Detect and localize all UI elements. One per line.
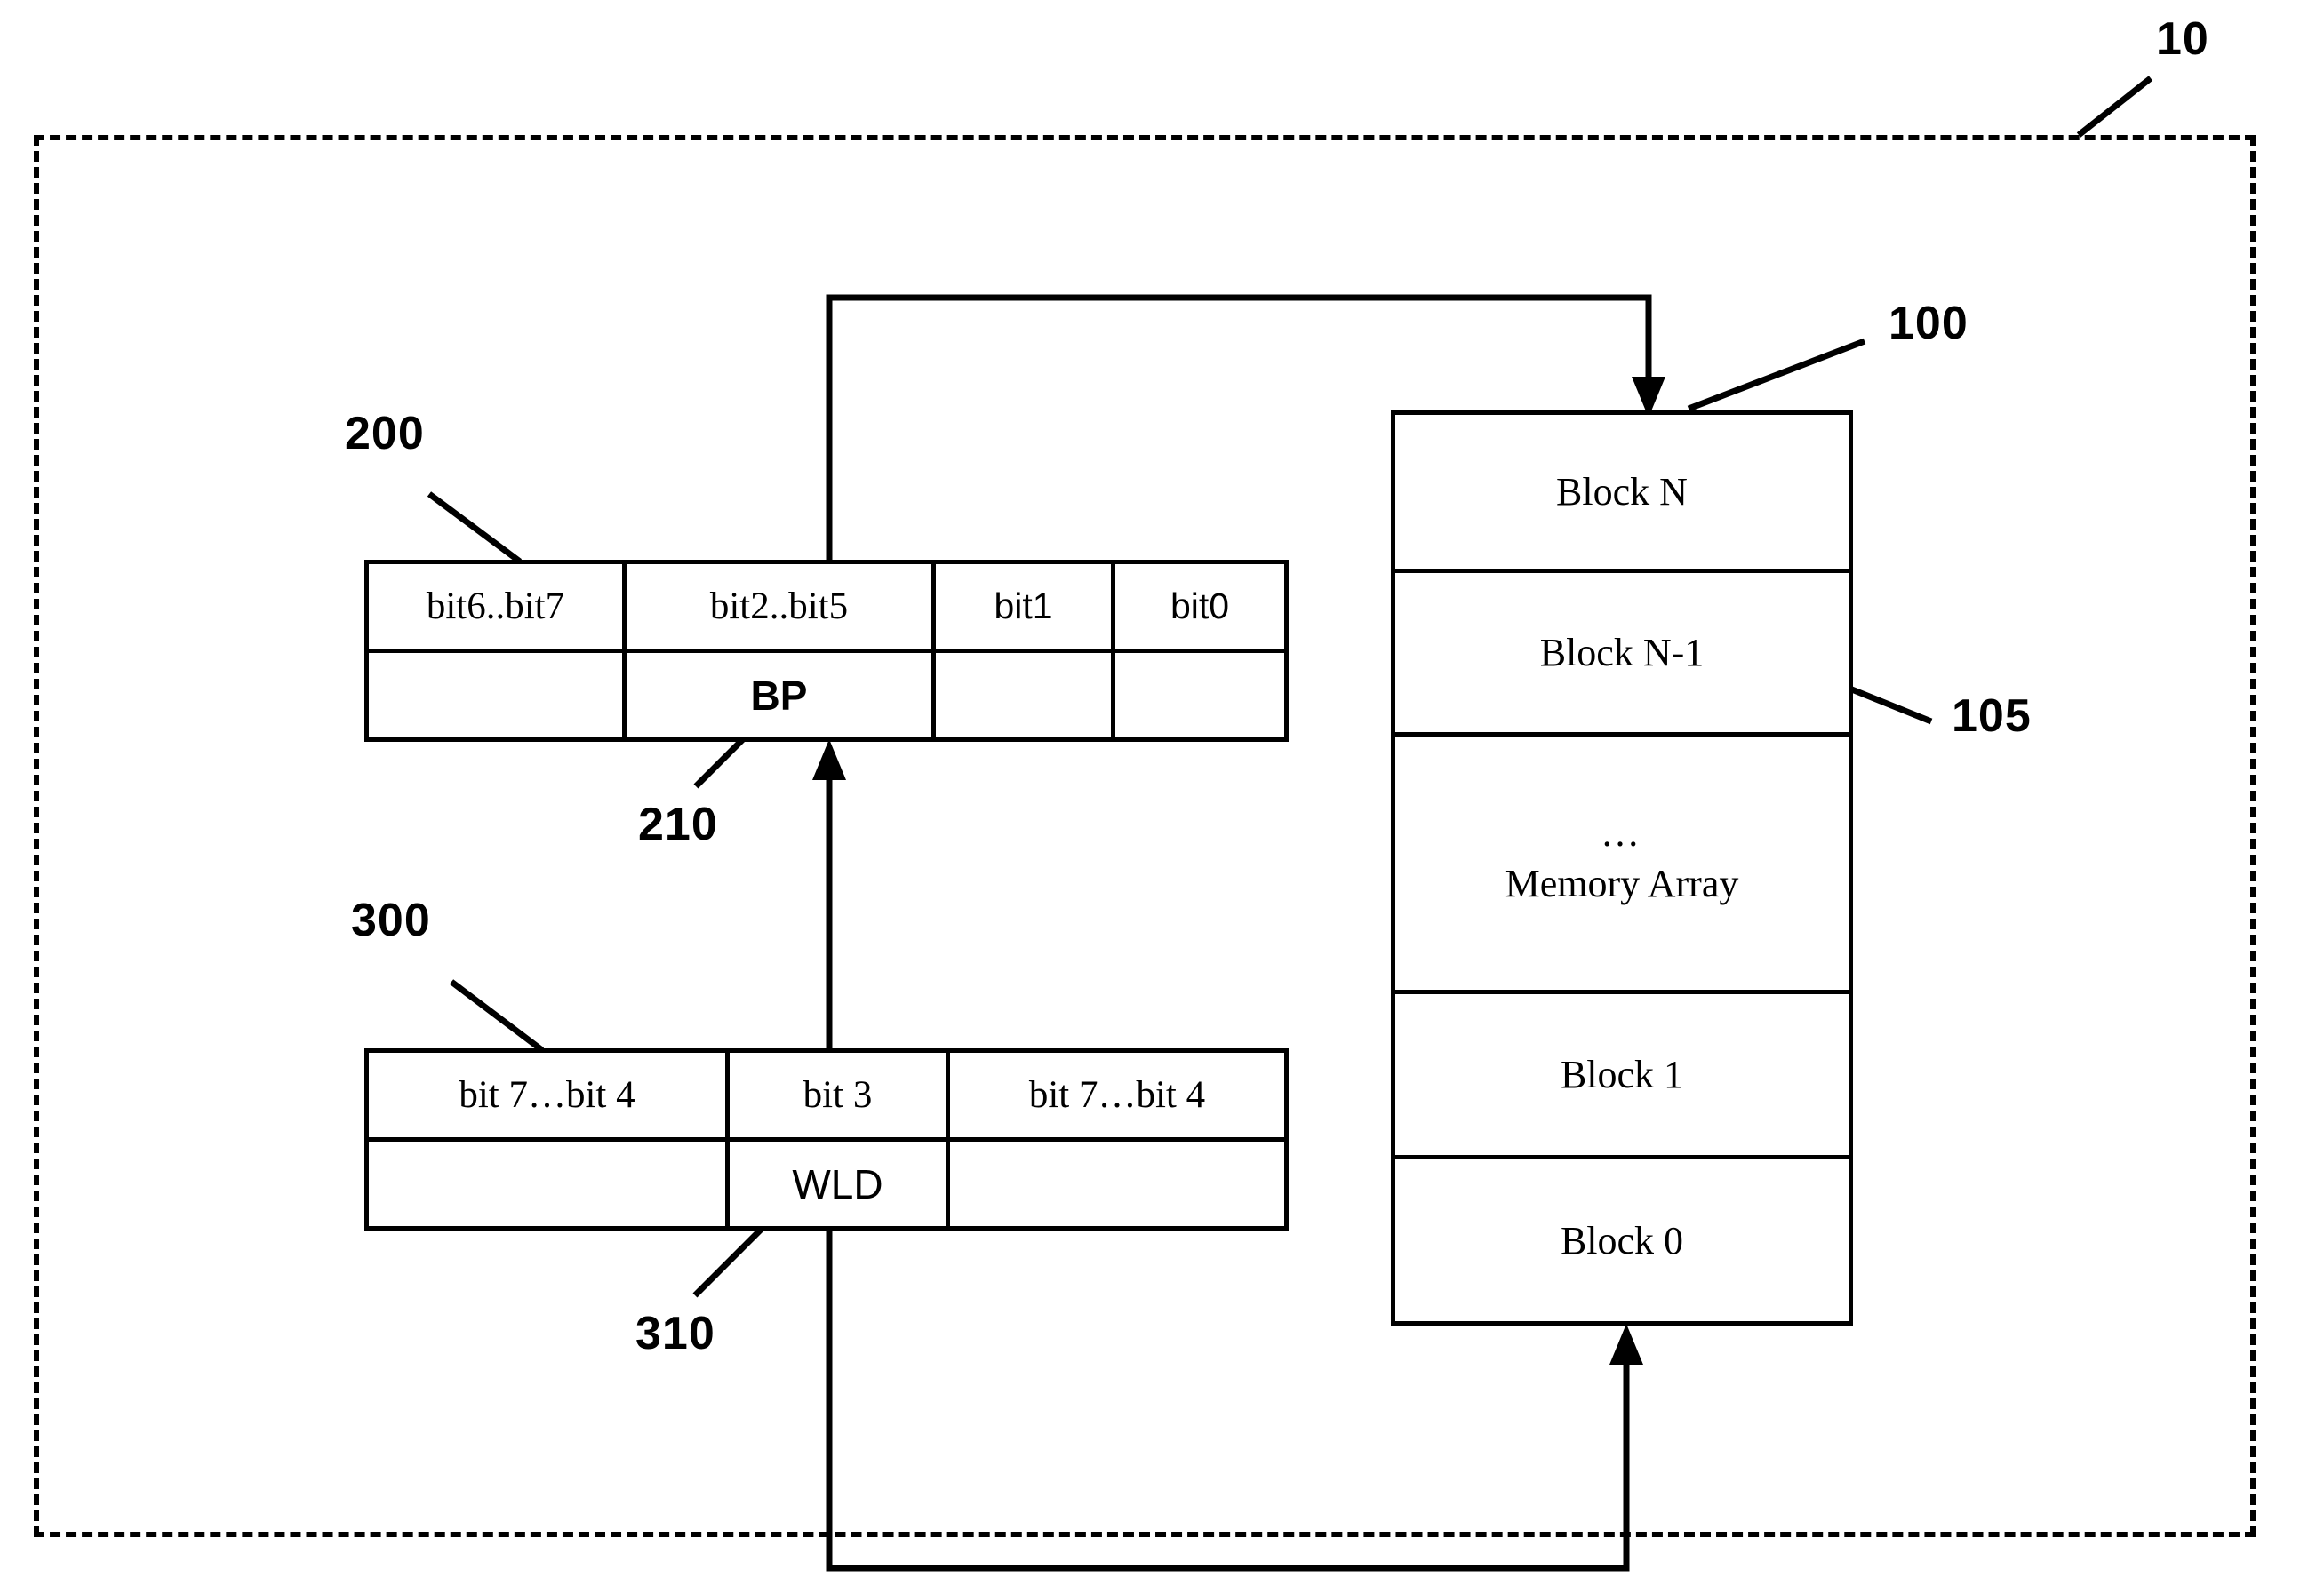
- register-200-field-row: BP: [369, 653, 1284, 737]
- register-300-field-row: WLD: [369, 1142, 1284, 1226]
- register-300-cell-bit3: bit 3: [730, 1053, 950, 1137]
- reference-numeral-300: 300: [351, 895, 431, 946]
- register-200-cell-bit1: bit1: [936, 564, 1115, 649]
- register-200-field-empty-1: [369, 653, 627, 737]
- register-200-field-empty-3: [1115, 653, 1284, 737]
- register-300-field-empty-1: [369, 1142, 730, 1226]
- register-300-field-empty-2: [950, 1142, 1284, 1226]
- register-300-cell-bit7-bit4-right: bit 7…bit 4: [1028, 1074, 1206, 1116]
- memory-block-n-minus-1-label: Block N-1: [1539, 631, 1705, 674]
- memory-block-1-label: Block 1: [1560, 1053, 1684, 1096]
- register-300-bit-row: bit 7…bit 4 bit 3 bit 7…bit 4: [369, 1053, 1284, 1142]
- reference-numeral-10: 10: [2156, 13, 2209, 65]
- register-200-cell-bit6-bit7: bit6..bit7: [369, 564, 627, 649]
- register-300-table: bit 7…bit 4 bit 3 bit 7…bit 4 WLD: [364, 1048, 1289, 1231]
- register-200-field-empty-2: [936, 653, 1115, 737]
- memory-array-ellipsis: …: [1601, 811, 1643, 855]
- register-300-cell-bit7-bit4-left: bit 7…bit 4: [369, 1053, 730, 1137]
- reference-numeral-310: 310: [635, 1308, 715, 1359]
- register-300-field-wld: WLD: [730, 1142, 950, 1226]
- memory-block-n: Block N: [1395, 415, 1849, 573]
- register-200-bit-row: bit6..bit7 bit2..bit5 bit1 bit0: [369, 564, 1284, 653]
- register-200-table: bit6..bit7 bit2..bit5 bit1 bit0 BP: [364, 560, 1289, 742]
- reference-numeral-200: 200: [345, 408, 425, 459]
- memory-array-label: Memory Array: [1505, 862, 1739, 905]
- reference-numeral-210: 210: [638, 799, 718, 850]
- memory-block-n-minus-1: Block N-1: [1395, 573, 1849, 737]
- figure-canvas: 10 100 105 200 210 300 310 bit6..bit7 bi…: [0, 0, 2324, 1585]
- register-200-field-bp: BP: [627, 653, 936, 737]
- register-200-cell-bit0: bit0: [1170, 585, 1230, 626]
- memory-array: Block N Block N-1 … Memory Array Block 1…: [1391, 410, 1853, 1326]
- memory-block-0: Block 0: [1395, 1159, 1849, 1321]
- memory-array-middle: … Memory Array: [1395, 737, 1849, 994]
- memory-block-1: Block 1: [1395, 994, 1849, 1159]
- leader-line-10: [2076, 76, 2153, 138]
- reference-numeral-100: 100: [1889, 298, 1969, 349]
- memory-block-n-label: Block N: [1556, 470, 1688, 514]
- reference-numeral-105: 105: [1952, 690, 2032, 742]
- register-200-cell-bit2-bit5: bit2..bit5: [627, 564, 936, 649]
- memory-block-0-label: Block 0: [1560, 1218, 1684, 1262]
